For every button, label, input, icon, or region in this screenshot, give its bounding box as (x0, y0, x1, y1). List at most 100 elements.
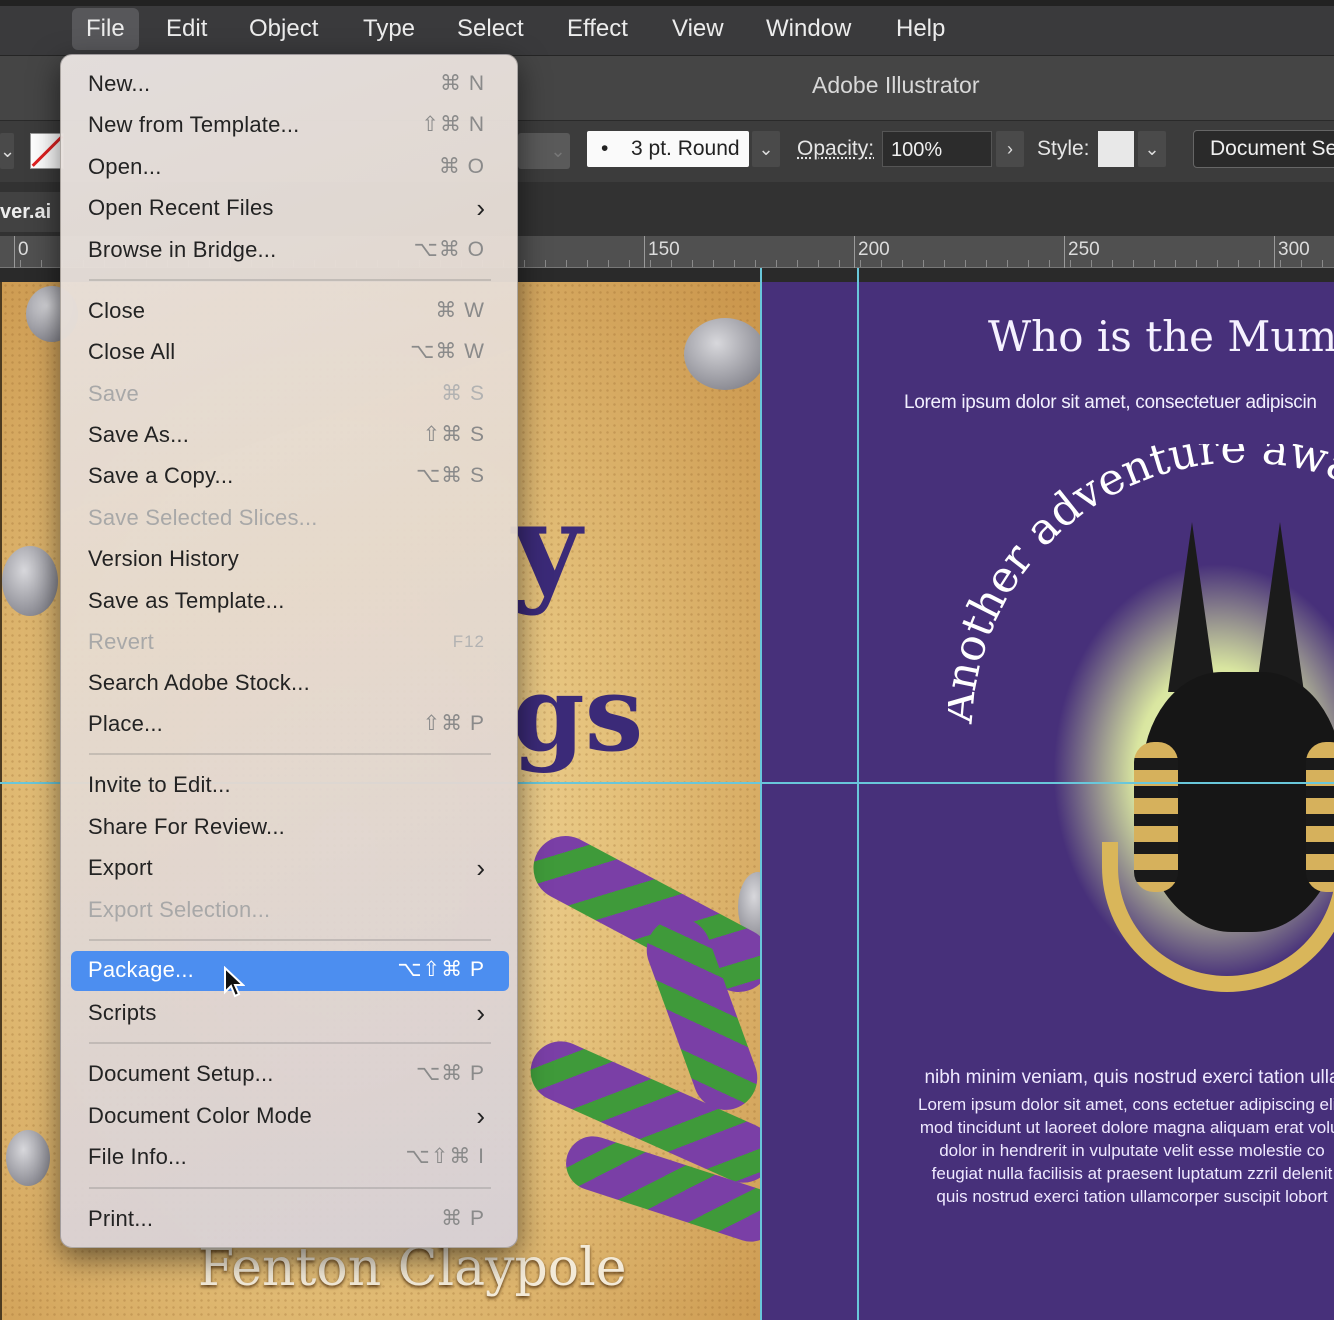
menu-item-document-setup[interactable]: Document Setup... ⌥⌘ P (71, 1055, 509, 1093)
ruler-tick (1274, 236, 1275, 268)
ruler-tick (644, 236, 645, 268)
menu-item-version-history[interactable]: Version History (71, 540, 509, 578)
chevron-down-icon[interactable]: ⌄ (544, 133, 572, 169)
anubis-collar (1102, 842, 1334, 992)
menu-item-revert[interactable]: Revert F12 (71, 623, 509, 661)
title-letter: y (512, 477, 582, 618)
brush-definition-field[interactable]: • 3 pt. Round (587, 131, 749, 167)
menu-item-label: Version History (88, 546, 239, 571)
menu-window[interactable]: Window (752, 8, 865, 50)
menu-separator (89, 279, 491, 281)
submenu-arrow-icon: › (476, 998, 485, 1028)
menu-item-new-from-template[interactable]: New from Template... ⇧⌘ N (71, 106, 509, 144)
menu-item-shortcut: ⌥⇧⌘ P (397, 958, 485, 981)
menu-separator (89, 753, 491, 755)
menu-item-label: Search Adobe Stock... (88, 670, 310, 695)
menu-item-label: Export Selection... (88, 897, 271, 922)
menu-item-label: Save as Template... (88, 588, 285, 613)
body-line: quis nostrud exerci tation ullamcorper s… (936, 1187, 1328, 1206)
menubar-edge (0, 0, 1334, 6)
document-tab[interactable]: ver.ai (0, 192, 62, 232)
menu-view[interactable]: View (658, 8, 738, 50)
menu-separator (89, 939, 491, 941)
menu-item-close[interactable]: Close ⌘ W (71, 292, 509, 330)
arc-text: Another adventure awaits (948, 444, 1334, 726)
ruler-tick (14, 236, 15, 268)
ruler-label: 200 (858, 239, 890, 260)
menu-item-browse-in-bridge[interactable]: Browse in Bridge... ⌥⌘ O (71, 231, 509, 269)
chevron-down-icon[interactable]: ⌄ (752, 131, 780, 167)
menu-item-shortcut: F12 (452, 632, 485, 651)
file-menu-dropdown: New... ⌘ N New from Template... ⇧⌘ N Open.… (60, 54, 518, 1248)
menu-item-shortcut: ⌘ W (435, 299, 485, 322)
body-line: nibh minim veniam, quis nostrud exerci t… (924, 1067, 1334, 1088)
title-letter: gs (512, 652, 644, 775)
menu-item-print[interactable]: Print... ⌘ P (71, 1200, 509, 1238)
menu-item-save[interactable]: Save ⌘ S (71, 375, 509, 413)
menu-item-open[interactable]: Open... ⌘ O (71, 148, 509, 186)
menu-item-label: New... (88, 71, 151, 96)
menu-item-export-selection[interactable]: Export Selection... (71, 891, 509, 929)
menu-item-open-recent-files[interactable]: Open Recent Files › (71, 189, 509, 227)
menu-item-save-as[interactable]: Save As... ⇧⌘ S (71, 416, 509, 454)
back-cover-subline: Lorem ipsum dolor sit amet, consectetuer… (904, 392, 1317, 413)
body-line: Lorem ipsum dolor sit amet, cons ectetue… (917, 1095, 1334, 1114)
menubar: File Edit Object Type Select Effect View… (0, 0, 1334, 56)
artboard-back-cover[interactable]: Who is the Mum- Lorem ipsum dolor sit am… (762, 282, 1334, 1320)
menu-item-shortcut: ⇧⌘ N (421, 113, 485, 136)
menu-item-shortcut: ⌘ S (441, 382, 485, 405)
brush-dot-icon: • (601, 137, 609, 160)
stone-shape (684, 318, 766, 390)
ruler-label: 300 (1278, 239, 1310, 260)
menu-item-new[interactable]: New... ⌘ N (71, 65, 509, 103)
submenu-arrow-icon: › (476, 193, 485, 223)
chevron-down-icon[interactable]: ⌄ (1138, 131, 1166, 167)
style-swatch[interactable] (1098, 131, 1134, 167)
menu-item-label: Save As... (88, 422, 190, 447)
menu-item-label: Share For Review... (88, 814, 285, 839)
menu-file[interactable]: File (72, 8, 139, 50)
menu-item-export[interactable]: Export › (71, 849, 509, 887)
menu-item-document-color-mode[interactable]: Document Color Mode › (71, 1097, 509, 1135)
illustrator-window: File Edit Object Type Select Effect View… (0, 0, 1334, 1320)
stone-shape (2, 546, 58, 616)
menu-help[interactable]: Help (882, 8, 959, 50)
arc-text-label: Another adventure awaits (948, 444, 1334, 726)
menu-item-package[interactable]: Package... ⌥⇧⌘ P (71, 951, 509, 991)
ruler-tick (1064, 236, 1065, 268)
menu-item-search-adobe-stock[interactable]: Search Adobe Stock... (71, 664, 509, 702)
menu-item-label: Save (88, 381, 139, 406)
menu-item-shortcut: ⇧⌘ P (422, 712, 485, 735)
menu-item-label: Save Selected Slices... (88, 505, 318, 530)
guide-line-vertical[interactable] (857, 268, 859, 1320)
opacity-label[interactable]: Opacity: (797, 131, 874, 167)
menu-type[interactable]: Type (349, 8, 429, 50)
menu-edit[interactable]: Edit (152, 8, 221, 50)
body-line: mod tincidunt ut laoreet dolore magna al… (919, 1118, 1334, 1137)
menu-item-share-for-review[interactable]: Share For Review... (71, 808, 509, 846)
menu-item-invite-to-edit[interactable]: Invite to Edit... (71, 766, 509, 804)
menu-select[interactable]: Select (443, 8, 538, 50)
menu-item-label: Export (88, 855, 153, 880)
document-setup-button[interactable]: Document Setup (1193, 130, 1334, 168)
menu-item-label: Save a Copy... (88, 463, 234, 488)
menu-item-file-info[interactable]: File Info... ⌥⇧⌘ I (71, 1138, 509, 1176)
menu-effect[interactable]: Effect (553, 8, 642, 50)
menu-separator (89, 1187, 491, 1189)
menu-item-scripts[interactable]: Scripts › (71, 994, 509, 1032)
chevron-down-icon[interactable]: ⌄ (0, 133, 15, 169)
menu-item-save-a-copy[interactable]: Save a Copy... ⌥⌘ S (71, 457, 509, 495)
menu-item-close-all[interactable]: Close All ⌥⌘ W (71, 333, 509, 371)
menu-item-label: Package... (88, 957, 194, 982)
chevron-right-icon[interactable]: › (996, 131, 1024, 167)
guide-line-vertical[interactable] (760, 268, 762, 1320)
opacity-input[interactable]: 100% (882, 131, 992, 167)
menu-item-shortcut: ⌘ P (441, 1207, 485, 1230)
menu-item-save-as-template[interactable]: Save as Template... (71, 582, 509, 620)
menu-item-label: Open Recent Files (88, 195, 274, 220)
stroke-none-swatch[interactable] (30, 133, 64, 169)
menu-item-shortcut: ⌥⌘ O (413, 238, 485, 261)
menu-item-save-selected-slices[interactable]: Save Selected Slices... (71, 499, 509, 537)
menu-item-place[interactable]: Place... ⇧⌘ P (71, 705, 509, 743)
menu-object[interactable]: Object (235, 8, 332, 50)
